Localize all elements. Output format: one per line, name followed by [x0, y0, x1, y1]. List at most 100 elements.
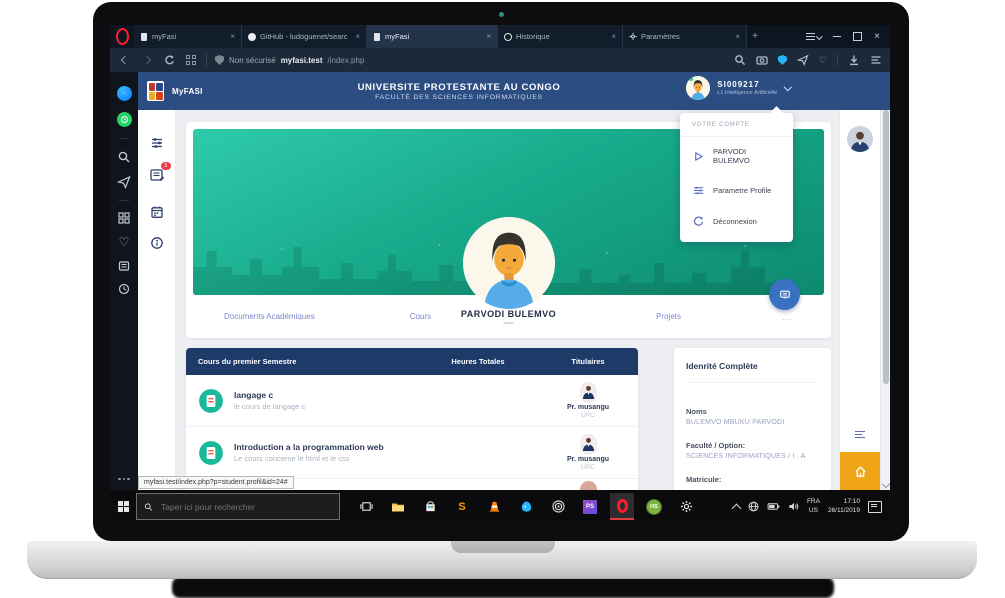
status-url-tooltip: myfasi.test/index.php?p=student.profil&i…: [138, 476, 294, 489]
network-icon[interactable]: [748, 501, 759, 512]
restore-button[interactable]: [853, 32, 862, 41]
minimize-button[interactable]: [833, 36, 841, 37]
tab-close-icon[interactable]: ×: [611, 32, 616, 41]
bookmark-heart-icon[interactable]: ♡: [819, 55, 827, 66]
messenger-icon[interactable]: [117, 86, 132, 101]
opera-logo-icon[interactable]: [110, 25, 134, 48]
course-doc-icon: [198, 440, 224, 466]
search-icon[interactable]: [734, 54, 746, 66]
list-icon[interactable]: [855, 431, 865, 438]
nav-more[interactable]: ...: [782, 312, 793, 322]
laptop-bezel: myFasi × GitHub - ludoguenet/searc × myF…: [93, 2, 909, 541]
target-app-icon[interactable]: [546, 493, 570, 520]
identity-card: Idenrité Complète Noms BULEMVO MBUKU PAR…: [674, 348, 831, 490]
history-clock-icon[interactable]: [118, 283, 130, 295]
contact-avatar[interactable]: [847, 126, 873, 152]
course-title: langage c: [234, 390, 538, 400]
student-name: PARVODI BULEMVO: [461, 309, 556, 319]
settings-gear-icon[interactable]: [674, 493, 698, 520]
task-view-icon[interactable]: [354, 493, 378, 520]
nav-cours[interactable]: Cours: [410, 312, 431, 321]
speed-dial-button[interactable]: [184, 53, 198, 67]
tab-close-icon[interactable]: ×: [230, 32, 235, 41]
new-tab-button[interactable]: +: [747, 25, 763, 48]
home-button[interactable]: [840, 452, 880, 490]
sidebar-more-icon[interactable]: [118, 478, 129, 480]
download-icon[interactable]: [848, 54, 860, 66]
store-icon[interactable]: [418, 493, 442, 520]
volume-icon[interactable]: [788, 501, 799, 512]
menu-item-logout[interactable]: Déconnexion: [680, 205, 793, 236]
sliders-icon[interactable]: [150, 136, 164, 150]
scrollbar-thumb[interactable]: [883, 110, 889, 384]
notifications-item[interactable]: 3: [149, 167, 165, 188]
my-flow-plane-icon[interactable]: [117, 175, 131, 189]
window-controls: ×: [806, 25, 890, 48]
taskbar-search-input[interactable]: [159, 501, 332, 513]
site-navbar: MyFASI UNIVERSITE PROTESTANTE AU CONGO F…: [138, 72, 890, 110]
clock[interactable]: 17:10 26/11/2019: [828, 498, 860, 515]
forward-button[interactable]: [140, 53, 154, 67]
info-icon[interactable]: [150, 236, 164, 250]
calendar-icon[interactable]: [150, 205, 164, 219]
scroll-down-icon[interactable]: [881, 480, 889, 488]
page-scrollbar[interactable]: [880, 110, 890, 490]
sidebar-panels-icon[interactable]: [870, 54, 882, 66]
tab-close-icon[interactable]: ×: [486, 32, 491, 41]
heidisql-icon[interactable]: HS: [642, 493, 666, 520]
identity-title: Idenrité Complète: [686, 348, 819, 383]
browser-window: myFasi × GitHub - ludoguenet/searc × myF…: [110, 25, 890, 523]
whatsapp-icon[interactable]: [117, 112, 132, 127]
tab-myfasi-active[interactable]: myFasi ×: [367, 25, 498, 48]
sidebar-search-icon[interactable]: [117, 150, 131, 164]
tab-historique[interactable]: Historique ×: [498, 25, 623, 48]
course-subtitle: Le cours concerne le html et le css: [234, 454, 538, 463]
my-flow-icon[interactable]: [797, 54, 809, 66]
tabs-panel-icon[interactable]: [118, 260, 130, 272]
divider: [119, 138, 129, 139]
nav-projets[interactable]: Projets: [656, 312, 681, 321]
laragon-icon[interactable]: [514, 493, 538, 520]
insecure-shield-icon[interactable]: [215, 55, 224, 65]
url-host: myfasi.test: [281, 56, 323, 65]
url-field[interactable]: Non sécurisé myfasi.test/index.php: [215, 55, 364, 65]
tab-github[interactable]: GitHub - ludoguenet/searc ×: [242, 25, 367, 48]
nav-documents[interactable]: Documents Académiques: [224, 312, 315, 321]
back-button[interactable]: [118, 53, 132, 67]
sublime-text-icon[interactable]: S: [450, 493, 474, 520]
table-row[interactable]: Introduction a la programmation web Le c…: [186, 427, 638, 479]
close-button[interactable]: ×: [874, 32, 880, 42]
course-doc-icon: [198, 388, 224, 414]
snapshot-camera-icon[interactable]: [756, 54, 768, 66]
opera-taskbar-icon[interactable]: [610, 493, 634, 520]
brand-label[interactable]: MyFASI: [172, 87, 203, 96]
table-row[interactable]: langage c le cours de langage c Pr. musa…: [186, 375, 638, 427]
user-menu-button[interactable]: SI009217 L1 Intelligence Artificielle: [686, 76, 790, 100]
action-center-icon[interactable]: [868, 501, 882, 513]
upc-logo[interactable]: [147, 81, 164, 101]
tab-close-icon[interactable]: ×: [735, 32, 740, 41]
tab-parametres[interactable]: Paramètres ×: [623, 25, 747, 48]
battery-icon[interactable]: [767, 502, 780, 511]
opera-sidebar: ♡: [110, 72, 138, 490]
phpstorm-icon[interactable]: PS: [578, 493, 602, 520]
courses-table: Cours du premier Semestre Heures Totales…: [186, 348, 638, 490]
tab-close-icon[interactable]: ×: [355, 32, 360, 41]
menu-item-settings[interactable]: Parametre Profile: [680, 174, 793, 205]
teacher-cell: Pr. musangu UPC: [538, 382, 638, 419]
start-button[interactable]: [110, 490, 136, 523]
menu-item-profile[interactable]: PARVODI BULEMVO: [680, 137, 793, 174]
taskbar-search[interactable]: [136, 493, 340, 520]
laptop-shadow: [172, 577, 834, 598]
file-explorer-icon[interactable]: [386, 493, 410, 520]
speed-dial-icon[interactable]: [118, 212, 130, 224]
browser-menu-button[interactable]: [806, 33, 822, 40]
adblock-shield-icon[interactable]: [778, 55, 787, 65]
sliders-icon: [692, 184, 704, 196]
tray-expand-icon[interactable]: [731, 503, 741, 513]
bookmarks-heart-icon[interactable]: ♡: [119, 235, 130, 249]
language-indicator[interactable]: FRA US: [807, 498, 820, 514]
reload-button[interactable]: [162, 53, 176, 67]
tab-myfasi-1[interactable]: myFasi ×: [134, 25, 242, 48]
vlc-icon[interactable]: [482, 493, 506, 520]
